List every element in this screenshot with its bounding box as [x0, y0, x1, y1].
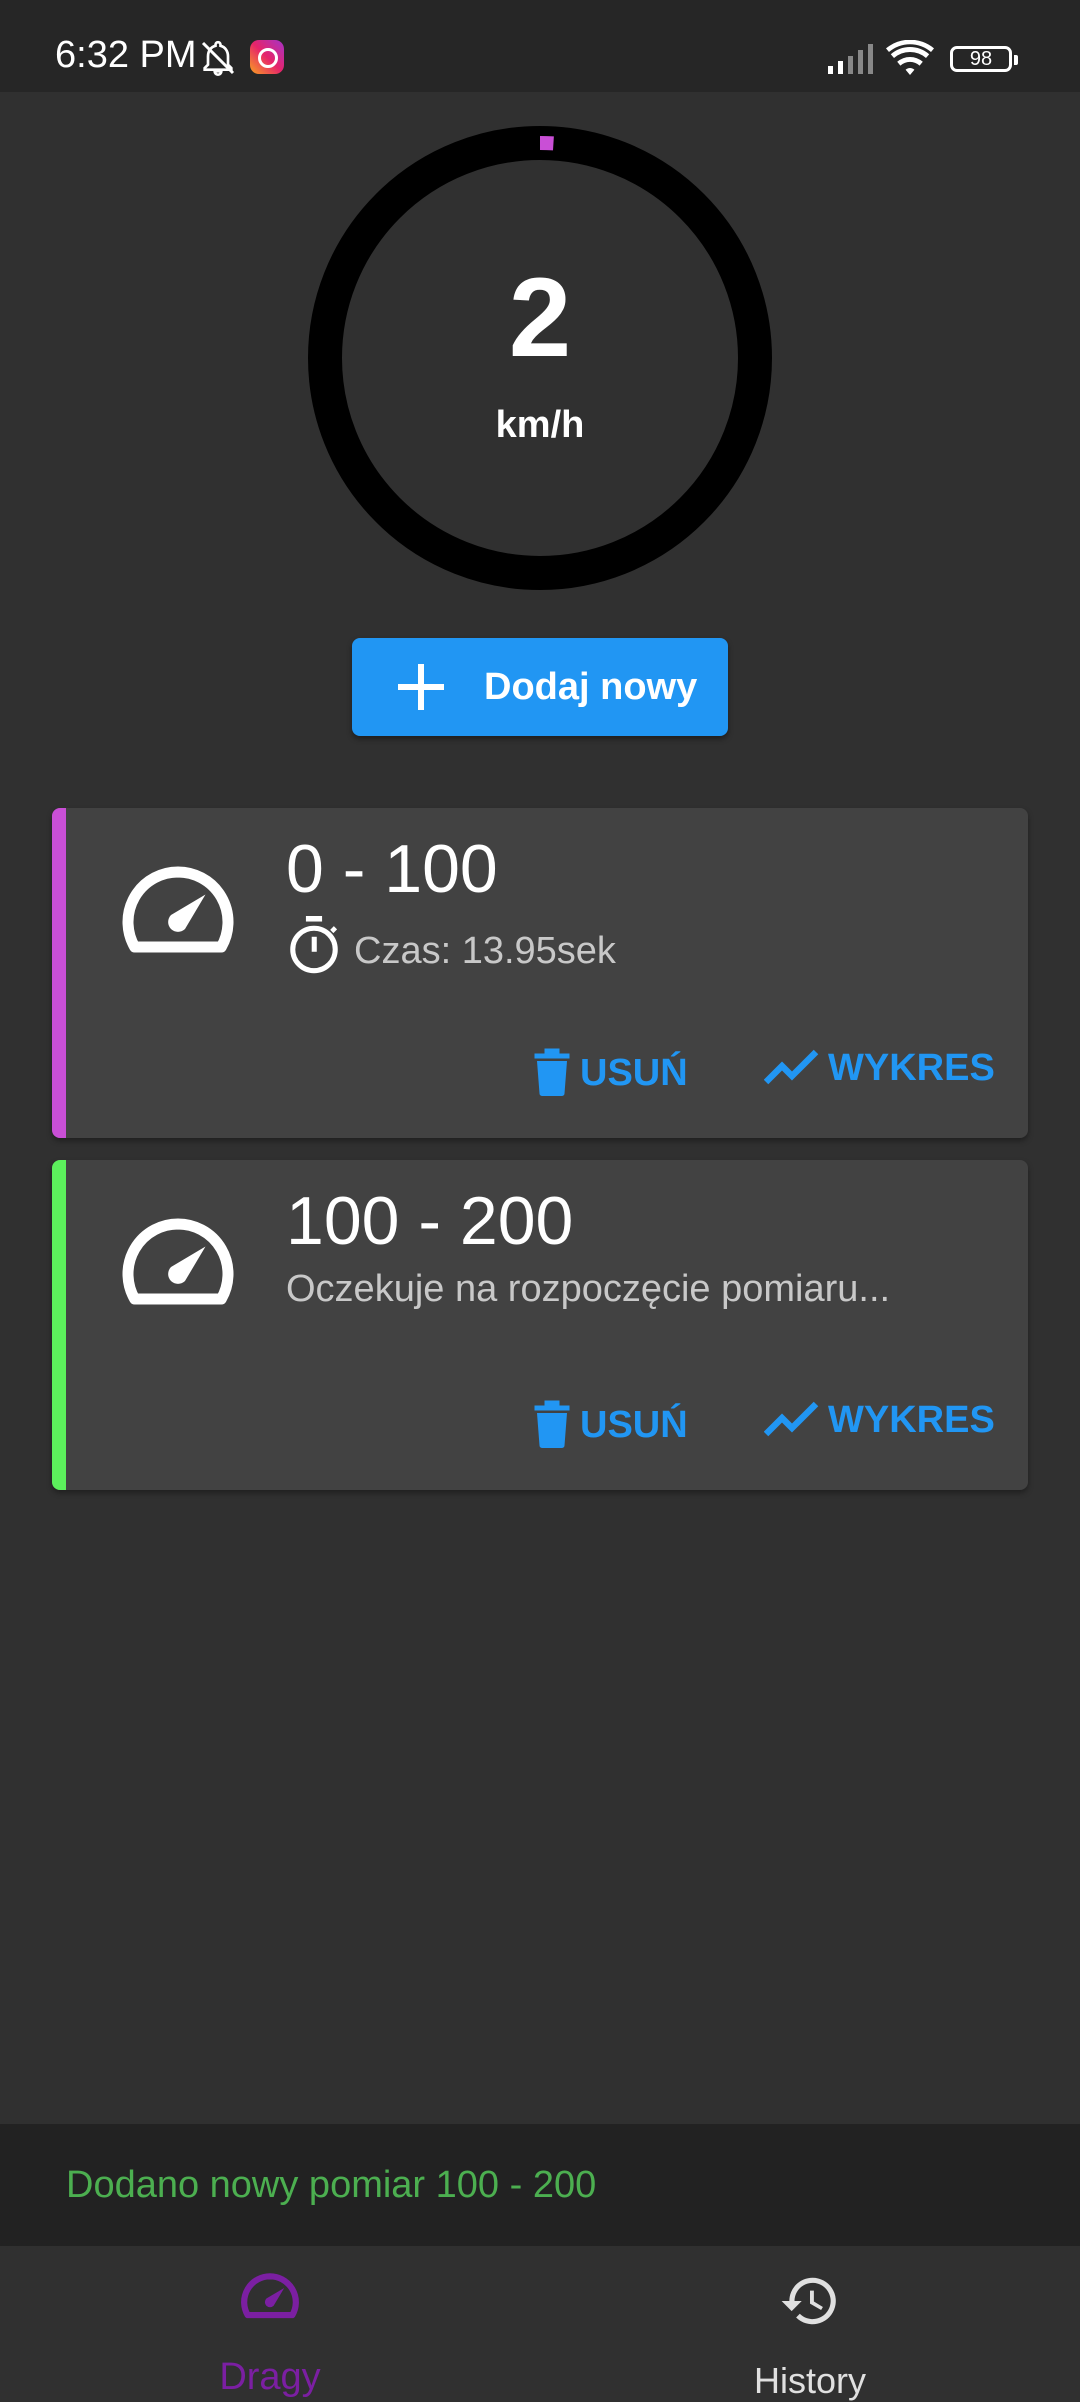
measurement-status: Oczekuje na rozpoczęcie pomiaru... [286, 1268, 890, 1311]
chart-button[interactable]: WYKRES [763, 1398, 995, 1443]
delete-button[interactable]: USUŃ [532, 1398, 688, 1453]
speed-gauge: 2 km/h [308, 126, 772, 590]
snackbar: Dodano nowy pomiar 100 - 200 [0, 2124, 1080, 2246]
measurement-status-text: Czas: 13.95sek [354, 929, 616, 972]
speedometer-icon [239, 2270, 301, 2329]
trending-up-icon [763, 1046, 820, 1091]
speedometer-icon [118, 862, 238, 967]
status-time: 6:32 PM [55, 34, 197, 76]
snackbar-message: Dodano nowy pomiar 100 - 200 [66, 2163, 597, 2206]
nav-label-history: History [753, 2360, 866, 2401]
signal-icon [826, 44, 876, 79]
delete-label: USUŃ [580, 1404, 688, 1446]
trash-icon [532, 1398, 572, 1453]
measurement-status-text: Oczekuje na rozpoczęcie pomiaru... [286, 1268, 891, 1310]
wifi-icon [886, 39, 934, 83]
nav-item-dragy[interactable]: Dragy [0, 2246, 540, 2400]
add-new-button[interactable]: Dodaj nowy [352, 638, 728, 736]
battery-level: 98 [969, 47, 993, 70]
speedometer-icon [118, 1214, 238, 1319]
nav-label-dragy: Dragy [219, 2356, 321, 2398]
battery-icon: 98 [950, 46, 1018, 72]
card-accent [52, 808, 66, 1138]
trending-up-icon [763, 1398, 820, 1443]
status-bar: 6:32 PM 98 [0, 0, 1080, 92]
measurement-title: 100 - 200 [286, 1183, 574, 1259]
measurement-status: Czas: 13.95sek [286, 916, 616, 986]
stopwatch-icon [286, 916, 342, 986]
delete-label: USUŃ [580, 1052, 688, 1094]
chart-button[interactable]: WYKRES [763, 1046, 995, 1091]
chart-label: WYKRES [828, 1047, 995, 1089]
trash-icon [532, 1046, 572, 1101]
measurement-title: 0 - 100 [286, 831, 498, 907]
delete-button[interactable]: USUŃ [532, 1046, 688, 1101]
card-accent [52, 1160, 66, 1490]
measurement-card: 0 - 100 Czas: 13.95sek USUŃ WYKRES [52, 808, 1028, 1138]
bottom-navigation: Dragy History [0, 2246, 1080, 2401]
nav-item-history[interactable]: History [540, 2246, 1080, 2401]
plus-icon [398, 664, 444, 715]
instagram-icon [250, 40, 284, 74]
history-icon [779, 2270, 841, 2337]
speed-value: 2 [508, 255, 572, 380]
chart-label: WYKRES [828, 1399, 995, 1441]
bell-off-icon [198, 38, 238, 83]
add-new-label: Dodaj nowy [484, 666, 698, 708]
measurement-card: 100 - 200 Oczekuje na rozpoczęcie pomiar… [52, 1160, 1028, 1490]
speed-unit: km/h [495, 404, 585, 446]
